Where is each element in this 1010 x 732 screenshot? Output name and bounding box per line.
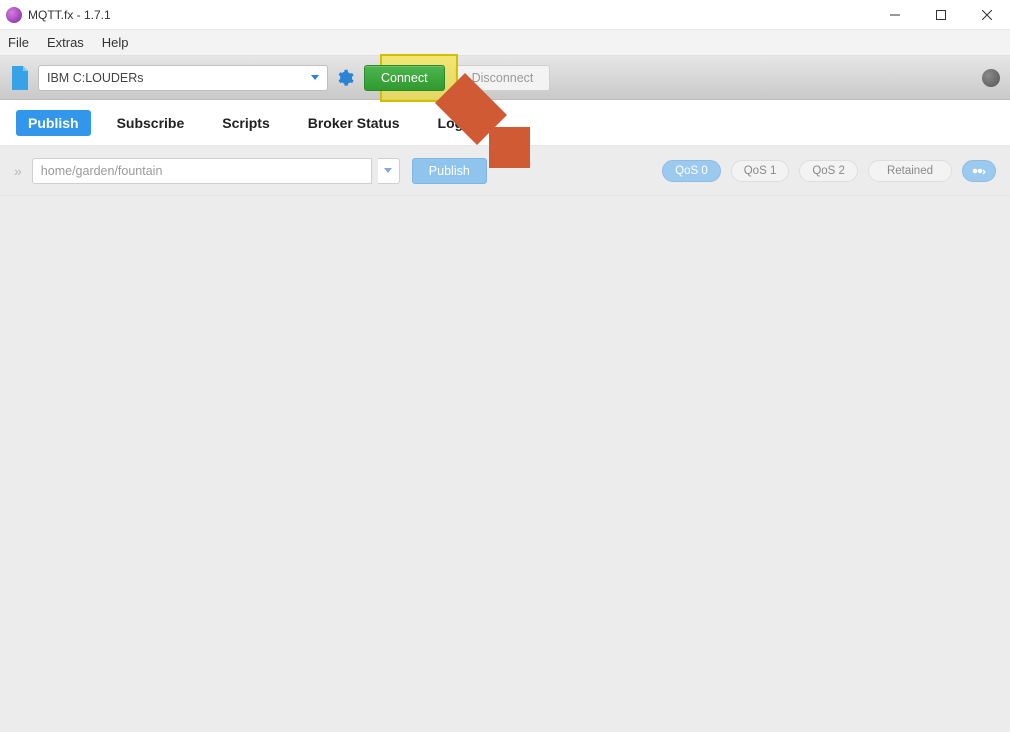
profile-document-icon — [10, 66, 30, 90]
publish-bar: » home/garden/fountain Publish QoS 0 QoS… — [0, 146, 1010, 196]
qos-0-pill[interactable]: QoS 0 — [662, 160, 721, 182]
chevron-down-icon — [384, 168, 392, 173]
connect-button-label: Connect — [381, 71, 428, 85]
qos-2-label: QoS 2 — [812, 165, 845, 177]
qos-1-pill[interactable]: QoS 1 — [731, 160, 790, 182]
maximize-icon — [936, 10, 946, 20]
menu-item-help[interactable]: Help — [102, 35, 129, 50]
qos-1-label: QoS 1 — [744, 165, 777, 177]
tab-scripts[interactable]: Scripts — [210, 110, 281, 136]
close-button[interactable] — [964, 0, 1010, 30]
close-icon — [982, 10, 992, 20]
app-icon — [6, 7, 22, 23]
connect-button[interactable]: Connect — [364, 65, 445, 91]
connection-status-indicator — [982, 69, 1000, 87]
gear-icon[interactable] — [336, 69, 354, 87]
connection-toolbar: IBM C:LOUDERs Connect Disconnect — [0, 56, 1010, 100]
menu-item-file[interactable]: File — [8, 35, 29, 50]
menubar: File Extras Help — [0, 30, 1010, 56]
retained-label: Retained — [887, 165, 933, 177]
topic-input-value: home/garden/fountain — [41, 164, 163, 178]
settings-pill-icon — [971, 166, 987, 176]
topic-input[interactable]: home/garden/fountain — [32, 158, 372, 184]
publish-panel: » home/garden/fountain Publish QoS 0 QoS… — [0, 146, 1010, 732]
disconnect-button[interactable]: Disconnect — [455, 65, 551, 91]
tab-broker-status[interactable]: Broker Status — [296, 110, 412, 136]
settings-pill[interactable] — [962, 160, 996, 182]
window-title: MQTT.fx - 1.7.1 — [28, 8, 111, 22]
titlebar: MQTT.fx - 1.7.1 — [0, 0, 1010, 30]
minimize-button[interactable] — [872, 0, 918, 30]
publish-button[interactable]: Publish — [412, 158, 487, 184]
profile-select[interactable]: IBM C:LOUDERs — [38, 65, 328, 91]
tab-subscribe[interactable]: Subscribe — [105, 110, 197, 136]
retained-pill[interactable]: Retained — [868, 160, 952, 182]
publish-button-label: Publish — [429, 164, 470, 178]
qos-0-label: QoS 0 — [675, 165, 708, 177]
menu-item-extras[interactable]: Extras — [47, 35, 84, 50]
expand-chevron-icon[interactable]: » — [14, 163, 22, 179]
profile-selected-label: IBM C:LOUDERs — [47, 71, 144, 85]
window-controls — [872, 0, 1010, 30]
topic-dropdown-button[interactable] — [378, 158, 400, 184]
disconnect-button-label: Disconnect — [472, 71, 534, 85]
tab-publish[interactable]: Publish — [16, 110, 91, 136]
tabs-row: Publish Subscribe Scripts Broker Status … — [0, 100, 1010, 146]
maximize-button[interactable] — [918, 0, 964, 30]
chevron-down-icon — [311, 75, 319, 80]
minimize-icon — [890, 10, 900, 20]
tab-log[interactable]: Log — [426, 110, 476, 136]
qos-2-pill[interactable]: QoS 2 — [799, 160, 858, 182]
